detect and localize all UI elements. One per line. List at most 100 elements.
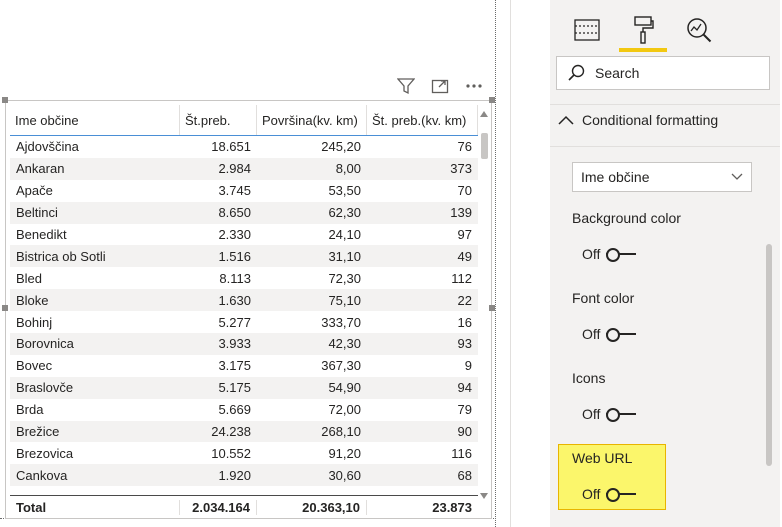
filter-icon[interactable]: [395, 75, 417, 97]
table-cell: Ajdovščina: [16, 139, 79, 155]
table-cell: Bovec: [16, 358, 53, 374]
table-cell: Brezovica: [16, 445, 74, 461]
table-row[interactable]: Bloke 1.630 75,10 22: [10, 289, 478, 312]
column-header[interactable]: Št. preb.(kv. km): [367, 105, 478, 135]
table-cell: 3.933: [218, 336, 251, 352]
resize-handle[interactable]: [489, 97, 495, 103]
conditional-formatting-header[interactable]: Conditional formatting: [558, 112, 718, 128]
table-row[interactable]: Bled 8.113 72,30 112: [10, 267, 478, 289]
search-icon: [568, 64, 585, 81]
table-row[interactable]: Ajdovščina 18.651 245,20 76: [10, 136, 478, 158]
table-cell: Ankaran: [16, 161, 65, 177]
table-row[interactable]: Beltinci 8.650 62,30 139: [10, 201, 478, 224]
background-color-toggle[interactable]: Off: [582, 246, 637, 262]
report-canvas: Ime občine Št.preb. Površina(kv. km) Št.…: [0, 0, 510, 527]
table-cell: 53,50: [328, 183, 361, 199]
table-row[interactable]: Braslovče 5.175 54,90 94: [10, 376, 478, 399]
table-row[interactable]: Benedikt 2.330 24,10 97: [10, 224, 478, 246]
chevron-down-icon: [731, 173, 743, 180]
table-row[interactable]: Brežice 24.238 268,10 90: [10, 420, 478, 443]
table-cell: 373: [450, 161, 472, 177]
table-cell: 5.175: [218, 380, 251, 396]
table-cell: 3.175: [218, 358, 251, 374]
font-color-label: Font color: [572, 290, 635, 306]
table-cell: 54,90: [328, 380, 361, 396]
resize-handle[interactable]: [2, 305, 8, 311]
icons-toggle[interactable]: Off: [582, 406, 637, 422]
table-cell: 10.552: [211, 445, 251, 461]
pane-scrollbar[interactable]: [766, 244, 772, 466]
toggle-switch: [606, 488, 637, 502]
total-density: 23.873: [432, 499, 472, 515]
table-cell: 116: [451, 445, 472, 461]
table-cell: 42,30: [328, 336, 361, 352]
total-population: 2.034.164: [180, 499, 257, 515]
table-row[interactable]: Borovnica 3.933 42,30 93: [10, 333, 478, 355]
table-cell: Bled: [16, 270, 43, 286]
fields-tab[interactable]: [570, 8, 604, 52]
table-cell: 1.920: [218, 467, 251, 483]
table-row[interactable]: Apače 3.745 53,50 70: [10, 180, 478, 202]
web-url-toggle[interactable]: Off: [582, 486, 637, 502]
table-cell: 30,60: [328, 467, 361, 483]
table-cell: 70: [457, 183, 472, 199]
table-cell: 91,20: [328, 445, 361, 461]
table-cell: 112: [451, 270, 472, 286]
field-dropdown[interactable]: Ime občine: [572, 162, 752, 192]
table-cell: Beltinci: [16, 205, 58, 221]
format-pane: Search Conditional formatting Ime občine…: [550, 0, 780, 527]
focus-mode-icon[interactable]: [429, 75, 451, 97]
table-cell: 24,10: [328, 227, 361, 242]
column-header[interactable]: Št.preb.: [180, 105, 257, 135]
table-cell: 22: [457, 292, 472, 308]
table-cell: 245,20: [321, 139, 361, 155]
table-row[interactable]: Ankaran 2.984 8,00 373: [10, 157, 478, 180]
scroll-down-icon[interactable]: [480, 493, 488, 499]
more-options-icon[interactable]: [463, 75, 485, 97]
table-cell: 8.650: [218, 205, 251, 221]
table-visual[interactable]: Ime občine Št.preb. Površina(kv. km) Št.…: [2, 97, 495, 519]
table-cell: 2.984: [218, 161, 251, 177]
table-cell: 97: [457, 227, 472, 242]
resize-handle[interactable]: [2, 97, 8, 103]
table-row[interactable]: Bovec 3.175 367,30 9: [10, 355, 478, 377]
column-header[interactable]: Površina(kv. km): [257, 105, 367, 135]
pane-gutter: [510, 0, 551, 527]
table-body: Ajdovščina 18.651 245,20 76 Ankaran 2.984 8,00…: [10, 136, 478, 494]
table-cell: 62,30: [328, 205, 361, 221]
resize-handle[interactable]: [489, 305, 495, 311]
table-row[interactable]: Bohinj 5.277 333,70 16: [10, 311, 478, 333]
table-row[interactable]: Bistrica ob Sotli 1.516 31,10 49: [10, 245, 478, 268]
scroll-thumb[interactable]: [481, 133, 488, 159]
search-placeholder: Search: [595, 65, 640, 81]
toggle-state: Off: [582, 486, 601, 502]
toggle-state: Off: [582, 246, 601, 262]
table-row[interactable]: Brda 5.669 72,00 79: [10, 399, 478, 421]
analytics-tab[interactable]: [682, 8, 716, 52]
table-cell: 3.745: [218, 183, 251, 199]
visual-header: [395, 74, 485, 98]
font-color-toggle[interactable]: Off: [582, 326, 637, 342]
table-cell: 90: [457, 424, 472, 440]
search-input[interactable]: Search: [556, 56, 770, 90]
pane-tabs: [570, 8, 716, 52]
table-cell: Brežice: [16, 424, 60, 440]
table-cell: Borovnica: [16, 336, 74, 352]
table-cell: 2.330: [218, 227, 251, 242]
table-cell: 1.630: [218, 292, 251, 308]
column-header[interactable]: Ime občine: [10, 105, 180, 135]
scroll-up-icon[interactable]: [480, 111, 488, 117]
table-cell: Cankova: [16, 467, 68, 483]
icons-label: Icons: [572, 370, 606, 386]
table-scrollbar[interactable]: [479, 111, 489, 499]
table-row[interactable]: Brezovica 10.552 91,20 116: [10, 442, 478, 464]
table-header: Ime občine Št.preb. Površina(kv. km) Št.…: [10, 105, 478, 136]
table-cell: 16: [457, 314, 472, 330]
table-fields-icon: [574, 19, 600, 41]
table-cell: 72,30: [328, 270, 361, 286]
table-cell: 49: [457, 248, 472, 264]
format-tab[interactable]: [619, 8, 667, 52]
table-row[interactable]: Cankova 1.920 30,60 68: [10, 464, 478, 487]
table-cell: 1.516: [218, 248, 251, 264]
table-total-row: Total 2.034.164 20.363,10 23.873: [10, 495, 478, 518]
